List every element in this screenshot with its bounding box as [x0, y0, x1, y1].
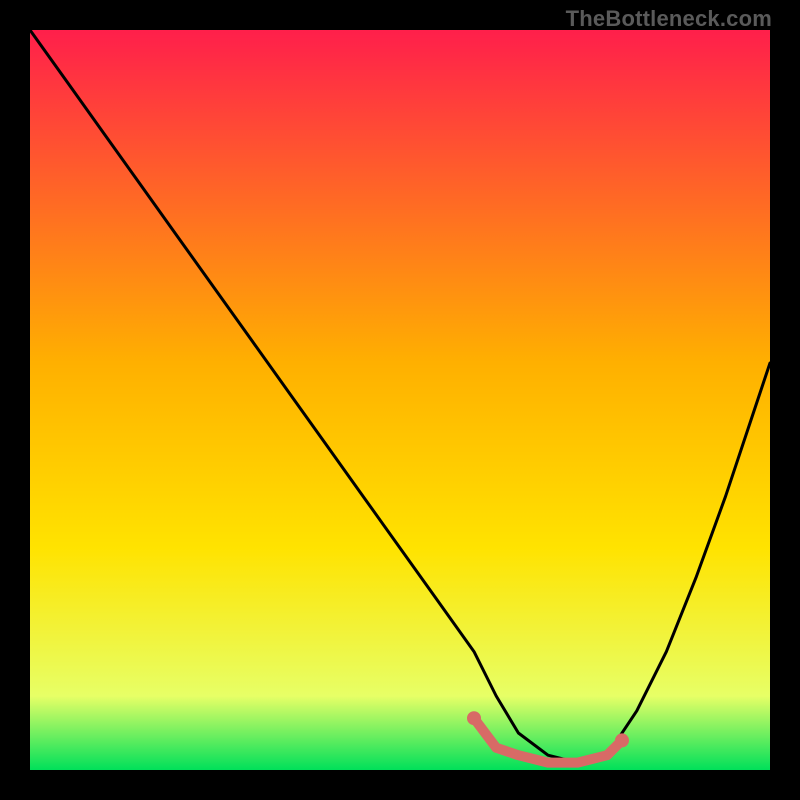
gradient-background [30, 30, 770, 770]
optimal-marker-left [467, 711, 481, 725]
optimal-marker-right [615, 733, 629, 747]
watermark-text: TheBottleneck.com [566, 6, 772, 32]
chart-frame: TheBottleneck.com [0, 0, 800, 800]
plot-svg [30, 30, 770, 770]
plot-area [30, 30, 770, 770]
